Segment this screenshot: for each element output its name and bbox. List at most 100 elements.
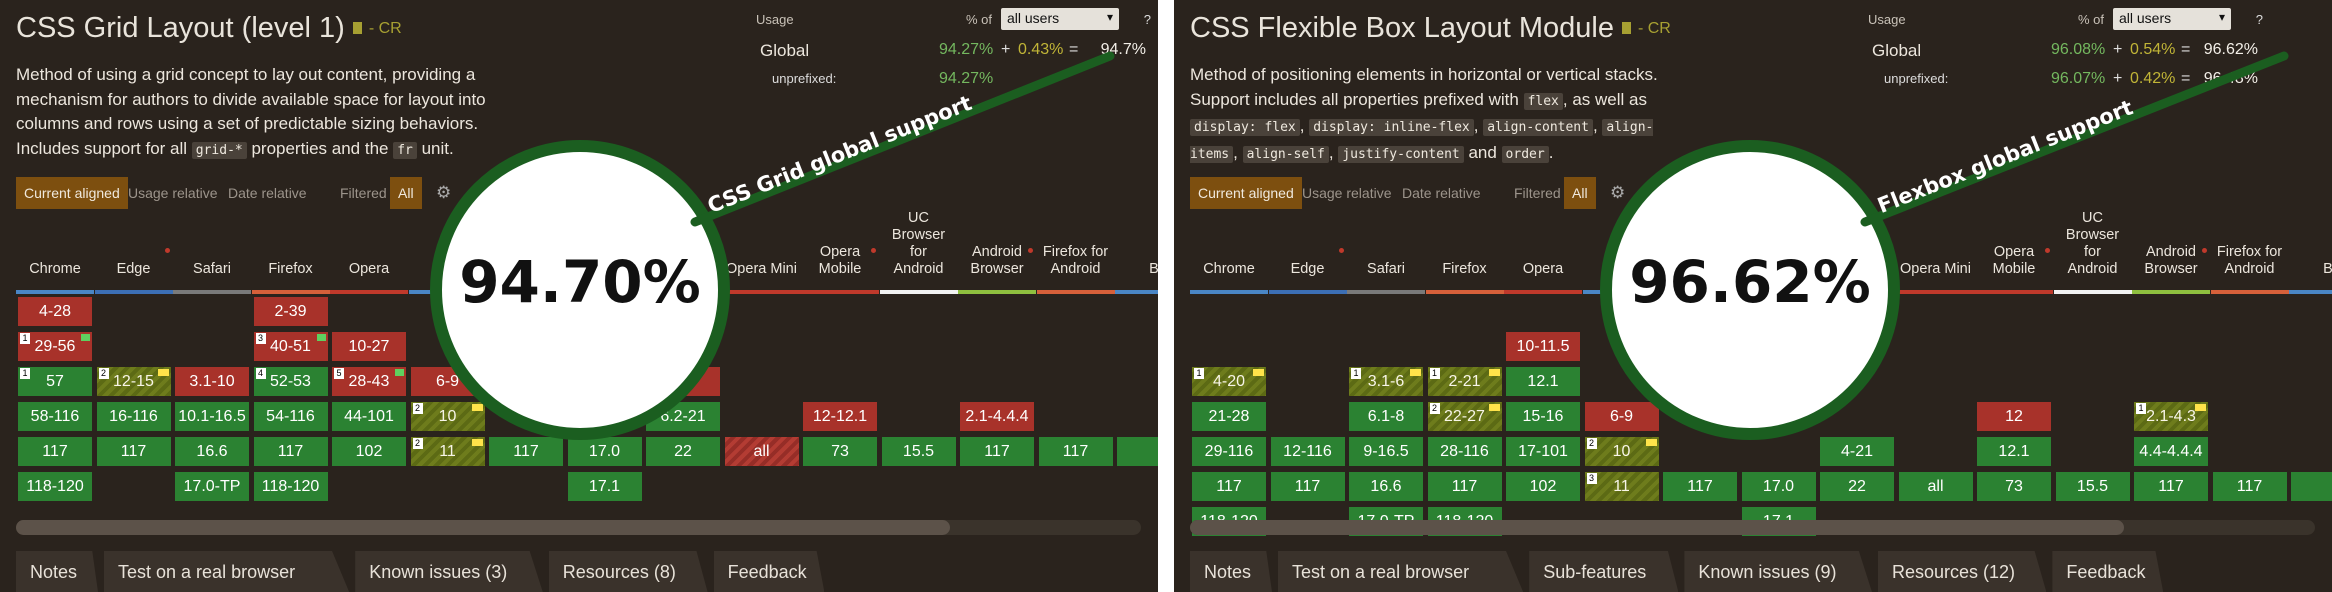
support-cell[interactable]: 117: [1427, 472, 1502, 501]
browser-header[interactable]: Firefox for Android: [2211, 244, 2289, 278]
horizontal-scrollbar[interactable]: [16, 520, 1141, 535]
support-cell[interactable]: 2.1-4.4.4: [960, 402, 1034, 431]
browser-header[interactable]: Firefox: [252, 261, 330, 278]
tab-item[interactable]: Known issues (9): [1684, 551, 1872, 592]
users-select[interactable]: all users: [2113, 8, 2231, 30]
all-button[interactable]: All: [1564, 177, 1596, 209]
tab-item[interactable]: Resources (8): [548, 551, 708, 592]
usage-relative-button[interactable]: Usage relative: [120, 177, 226, 209]
support-cell[interactable]: 4.4-4.4.4: [2134, 437, 2208, 466]
browser-header[interactable]: B: [2289, 261, 2332, 278]
support-cell[interactable]: 102: [1584, 437, 1659, 466]
tab-item[interactable]: Resources (12): [1878, 551, 2047, 592]
support-cell[interactable]: 17.0: [1741, 472, 1816, 501]
support-cell[interactable]: 17.1: [567, 472, 642, 501]
browser-header[interactable]: Chrome: [16, 261, 94, 278]
support-cell[interactable]: 73: [1977, 472, 2051, 501]
support-cell[interactable]: 118-120: [253, 472, 328, 501]
support-cell[interactable]: 15-16: [1506, 402, 1580, 431]
support-cell[interactable]: 28-116: [1427, 437, 1502, 466]
browser-header[interactable]: Chrome: [1190, 261, 1268, 278]
support-cell[interactable]: 117: [489, 437, 563, 466]
support-cell[interactable]: 11 3: [1584, 472, 1659, 501]
support-cell[interactable]: 54-116: [253, 402, 328, 431]
support-cell[interactable]: 22: [646, 437, 720, 466]
support-cell[interactable]: [1117, 437, 1158, 466]
support-cell[interactable]: 44-101: [332, 402, 406, 431]
date-relative-button[interactable]: Date relative: [1394, 177, 1489, 209]
help-icon[interactable]: ?: [1144, 12, 1151, 27]
support-cell[interactable]: 17.0-TP: [175, 472, 249, 501]
all-button[interactable]: All: [390, 177, 422, 209]
browser-header[interactable]: Opera Mini: [1897, 261, 1975, 278]
horizontal-scrollbar[interactable]: [1190, 520, 2315, 535]
support-cell[interactable]: 12-12.1: [803, 402, 877, 431]
support-cell[interactable]: 40-51 3: [253, 332, 328, 361]
browser-header[interactable]: Edge: [1269, 261, 1347, 278]
tab-item[interactable]: Notes: [16, 551, 98, 592]
support-cell[interactable]: 58-116: [18, 402, 92, 431]
support-cell[interactable]: 29-116: [1192, 437, 1266, 466]
support-cell[interactable]: 117: [2212, 472, 2287, 501]
support-cell[interactable]: 2-21 1: [1427, 367, 1502, 396]
usage-relative-button[interactable]: Usage relative: [1294, 177, 1400, 209]
support-cell[interactable]: 6.1-8: [1349, 402, 1423, 431]
support-cell[interactable]: 3.1-6 1: [1349, 367, 1423, 396]
support-cell[interactable]: 22: [1820, 472, 1894, 501]
help-icon[interactable]: ?: [2256, 12, 2263, 27]
support-cell[interactable]: 117: [1270, 472, 1345, 501]
support-cell[interactable]: 52-53 4: [253, 367, 328, 396]
current-aligned-button[interactable]: Current aligned: [16, 177, 128, 209]
support-cell[interactable]: 21-28: [1192, 402, 1266, 431]
support-cell[interactable]: 16.6: [175, 437, 249, 466]
support-cell[interactable]: 12-116: [1270, 437, 1345, 466]
support-cell[interactable]: 11 2: [410, 437, 485, 466]
support-cell[interactable]: 16.6: [1349, 472, 1423, 501]
browser-header[interactable]: Firefox: [1426, 261, 1504, 278]
support-cell[interactable]: 10-27: [332, 332, 406, 361]
support-cell[interactable]: 4-20 1: [1192, 367, 1266, 396]
support-cell[interactable]: 9-16.5: [1349, 437, 1423, 466]
status-badge[interactable]: - CR: [352, 20, 402, 37]
support-cell[interactable]: 16-116: [96, 402, 171, 431]
support-cell[interactable]: 117: [1192, 472, 1266, 501]
support-cell[interactable]: 12.1: [1506, 367, 1580, 396]
browser-header[interactable]: Safari: [1347, 261, 1425, 278]
support-cell[interactable]: 29-56 1: [18, 332, 92, 361]
support-cell[interactable]: 4-28: [18, 297, 92, 326]
support-cell[interactable]: 28-43 5: [332, 367, 406, 396]
support-cell[interactable]: 117: [96, 437, 171, 466]
support-cell[interactable]: 117: [2134, 472, 2208, 501]
browser-header[interactable]: UC Browser for Android: [2054, 210, 2132, 278]
support-cell[interactable]: 117: [1663, 472, 1737, 501]
browser-header[interactable]: Opera Mobile: [801, 244, 879, 278]
support-cell[interactable]: 4-21: [1820, 437, 1894, 466]
support-cell[interactable]: 12-15 2: [96, 367, 171, 396]
support-cell[interactable]: 102: [1506, 472, 1580, 501]
support-cell[interactable]: [2291, 472, 2332, 501]
browser-header[interactable]: Android Browser: [2132, 244, 2210, 278]
support-cell[interactable]: all: [1898, 472, 1973, 501]
browser-header[interactable]: B: [1115, 261, 1158, 278]
support-cell[interactable]: 117: [960, 437, 1034, 466]
support-cell[interactable]: 3.1-10: [175, 367, 249, 396]
browser-header[interactable]: Opera Mini: [723, 261, 801, 278]
support-cell[interactable]: 57 1: [18, 367, 92, 396]
scrollbar-thumb[interactable]: [16, 520, 950, 535]
browser-header[interactable]: Firefox for Android: [1037, 244, 1115, 278]
date-relative-button[interactable]: Date relative: [220, 177, 315, 209]
support-cell[interactable]: 12: [1977, 402, 2051, 431]
browser-header[interactable]: UC Browser for Android: [880, 210, 958, 278]
browser-header[interactable]: Android Browser: [958, 244, 1036, 278]
support-cell[interactable]: 10-11.5: [1506, 332, 1580, 361]
users-select[interactable]: all users: [1001, 8, 1119, 30]
support-cell[interactable]: 117: [1038, 437, 1113, 466]
support-cell[interactable]: 117: [253, 437, 328, 466]
support-cell[interactable]: 6-9: [1584, 402, 1659, 431]
browser-header[interactable]: Safari: [173, 261, 251, 278]
tab-item[interactable]: Notes: [1190, 551, 1272, 592]
filtered-button[interactable]: Filtered: [332, 177, 395, 209]
support-cell[interactable]: 22-27 2: [1427, 402, 1502, 431]
tab-item[interactable]: Sub-features: [1529, 551, 1679, 592]
current-aligned-button[interactable]: Current aligned: [1190, 177, 1302, 209]
